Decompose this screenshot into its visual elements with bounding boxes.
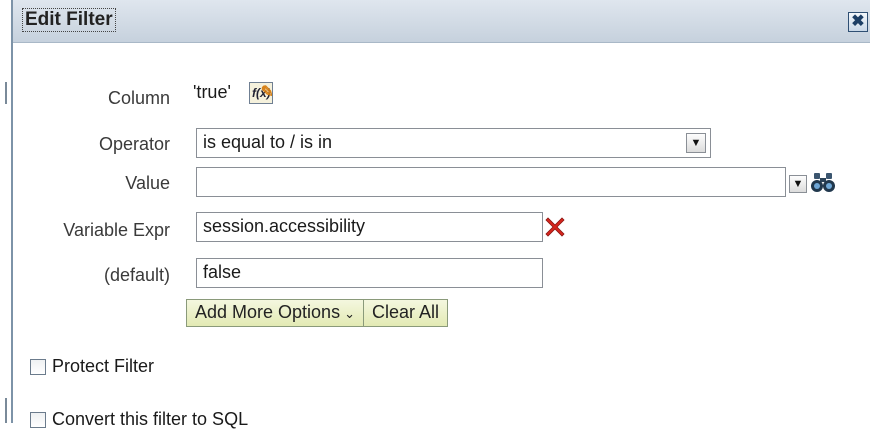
- value-label: Value: [125, 173, 170, 193]
- delete-x-icon[interactable]: [543, 215, 567, 239]
- convert-sql-checkbox[interactable]: [30, 411, 46, 428]
- protect-filter-checkbox[interactable]: [30, 358, 46, 375]
- dialog-titlebar[interactable]: Edit Filter ✖: [13, 0, 870, 43]
- background-window-edge: [0, 0, 10, 423]
- close-icon[interactable]: ✖: [848, 12, 868, 32]
- variable-expr-input[interactable]: session.accessibility: [196, 212, 543, 242]
- value-input[interactable]: [196, 167, 786, 197]
- option-button-group: Add More Options ⌄ Clear All: [186, 299, 449, 327]
- dialog-title: Edit Filter: [22, 8, 116, 32]
- operator-selected-value: is equal to / is in: [203, 132, 333, 152]
- pencil-icon: ✎: [260, 84, 273, 101]
- clear-all-label: Clear All: [371, 302, 440, 322]
- default-label: (default): [103, 265, 170, 285]
- chevron-down-icon[interactable]: ▼: [789, 175, 807, 193]
- convert-sql-label: Convert this filter to SQL: [52, 409, 249, 429]
- chevron-down-icon: ⌄: [344, 306, 355, 321]
- protect-filter-row[interactable]: Protect Filter: [30, 356, 154, 377]
- column-value: 'true': [193, 82, 231, 102]
- column-label: Column: [107, 88, 170, 108]
- convert-sql-row[interactable]: Convert this filter to SQL: [30, 409, 248, 430]
- operator-select[interactable]: is equal to / is in ▼: [196, 128, 711, 158]
- clear-all-button[interactable]: Clear All: [363, 299, 449, 327]
- chevron-down-icon[interactable]: ▼: [686, 133, 706, 153]
- add-more-options-label: Add More Options: [195, 302, 341, 322]
- variable-expr-label: Variable Expr: [63, 220, 170, 240]
- edit-formula-icon[interactable]: f(x) ✎: [249, 82, 273, 104]
- binoculars-icon[interactable]: [810, 172, 836, 194]
- protect-filter-label: Protect Filter: [52, 356, 155, 376]
- operator-label: Operator: [98, 134, 170, 154]
- default-input[interactable]: false: [196, 258, 543, 288]
- background-divider: [5, 82, 7, 104]
- background-divider: [5, 398, 7, 423]
- add-more-options-button[interactable]: Add More Options ⌄: [186, 299, 364, 327]
